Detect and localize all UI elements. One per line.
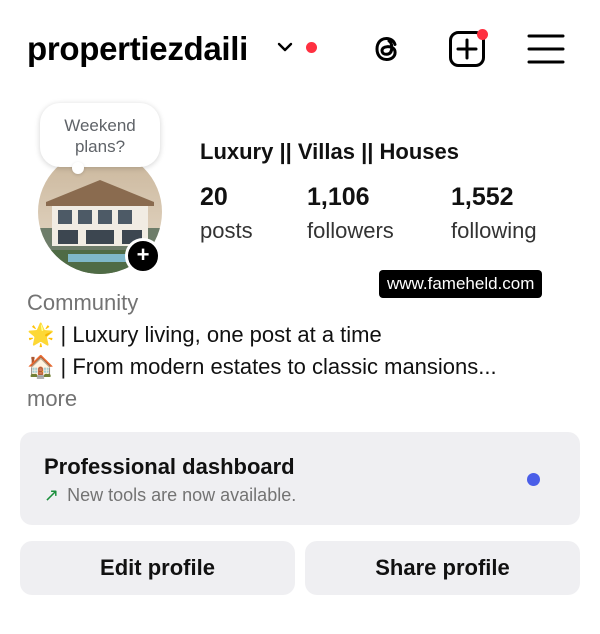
followers-label: followers bbox=[307, 218, 394, 243]
dashboard-subtitle: ↗ New tools are now available. bbox=[44, 485, 296, 506]
profile-header: propertiezdaili bbox=[0, 0, 600, 100]
watermark: www.fameheld.com bbox=[379, 270, 543, 298]
edit-profile-button[interactable]: Edit profile bbox=[20, 541, 295, 595]
username[interactable]: propertiezdaili bbox=[27, 30, 248, 68]
chevron-down-icon[interactable] bbox=[276, 38, 294, 56]
posts-count: 20 bbox=[200, 183, 228, 211]
new-post-notification-dot bbox=[477, 29, 488, 40]
share-profile-button[interactable]: Share profile bbox=[305, 541, 580, 595]
bio-line: 🏠 | From modern estates to classic mansi… bbox=[27, 354, 497, 380]
house-emoji-icon: 🏠 bbox=[27, 354, 55, 379]
dashboard-notification-dot bbox=[527, 473, 540, 486]
bio-line: 🌟 | Luxury living, one post at a time bbox=[27, 322, 382, 348]
following-label: following bbox=[451, 218, 537, 243]
posts-stat[interactable]: 20 posts bbox=[200, 183, 253, 244]
profile-name: Luxury || Villas || Houses bbox=[200, 139, 459, 164]
star-emoji-icon: 🌟 bbox=[27, 322, 55, 347]
professional-dashboard-card[interactable]: Professional dashboard ↗ New tools are no… bbox=[20, 432, 580, 525]
threads-icon[interactable] bbox=[368, 30, 406, 68]
menu-icon[interactable] bbox=[527, 30, 565, 68]
followers-stat[interactable]: 1,106 followers bbox=[307, 183, 394, 244]
following-count: 1,552 bbox=[451, 183, 514, 211]
account-notification-dot bbox=[306, 42, 317, 53]
dashboard-title: Professional dashboard bbox=[44, 454, 295, 479]
bio-more-link[interactable]: more bbox=[27, 386, 77, 412]
trending-arrow-icon: ↗ bbox=[44, 485, 60, 505]
dashboard-subtitle-text: New tools are now available. bbox=[67, 485, 297, 505]
add-story-button[interactable]: + bbox=[125, 238, 161, 274]
bio-text: | Luxury living, one post at a time bbox=[54, 322, 382, 347]
note-bubble[interactable]: Weekend plans? bbox=[40, 103, 160, 174]
profile-category: Community bbox=[27, 290, 139, 315]
following-stat[interactable]: 1,552 following bbox=[451, 183, 537, 244]
posts-label: posts bbox=[200, 218, 253, 243]
followers-count: 1,106 bbox=[307, 183, 370, 211]
bio-text: | From modern estates to classic mansion… bbox=[54, 354, 497, 379]
note-text: Weekend plans? bbox=[64, 116, 136, 156]
